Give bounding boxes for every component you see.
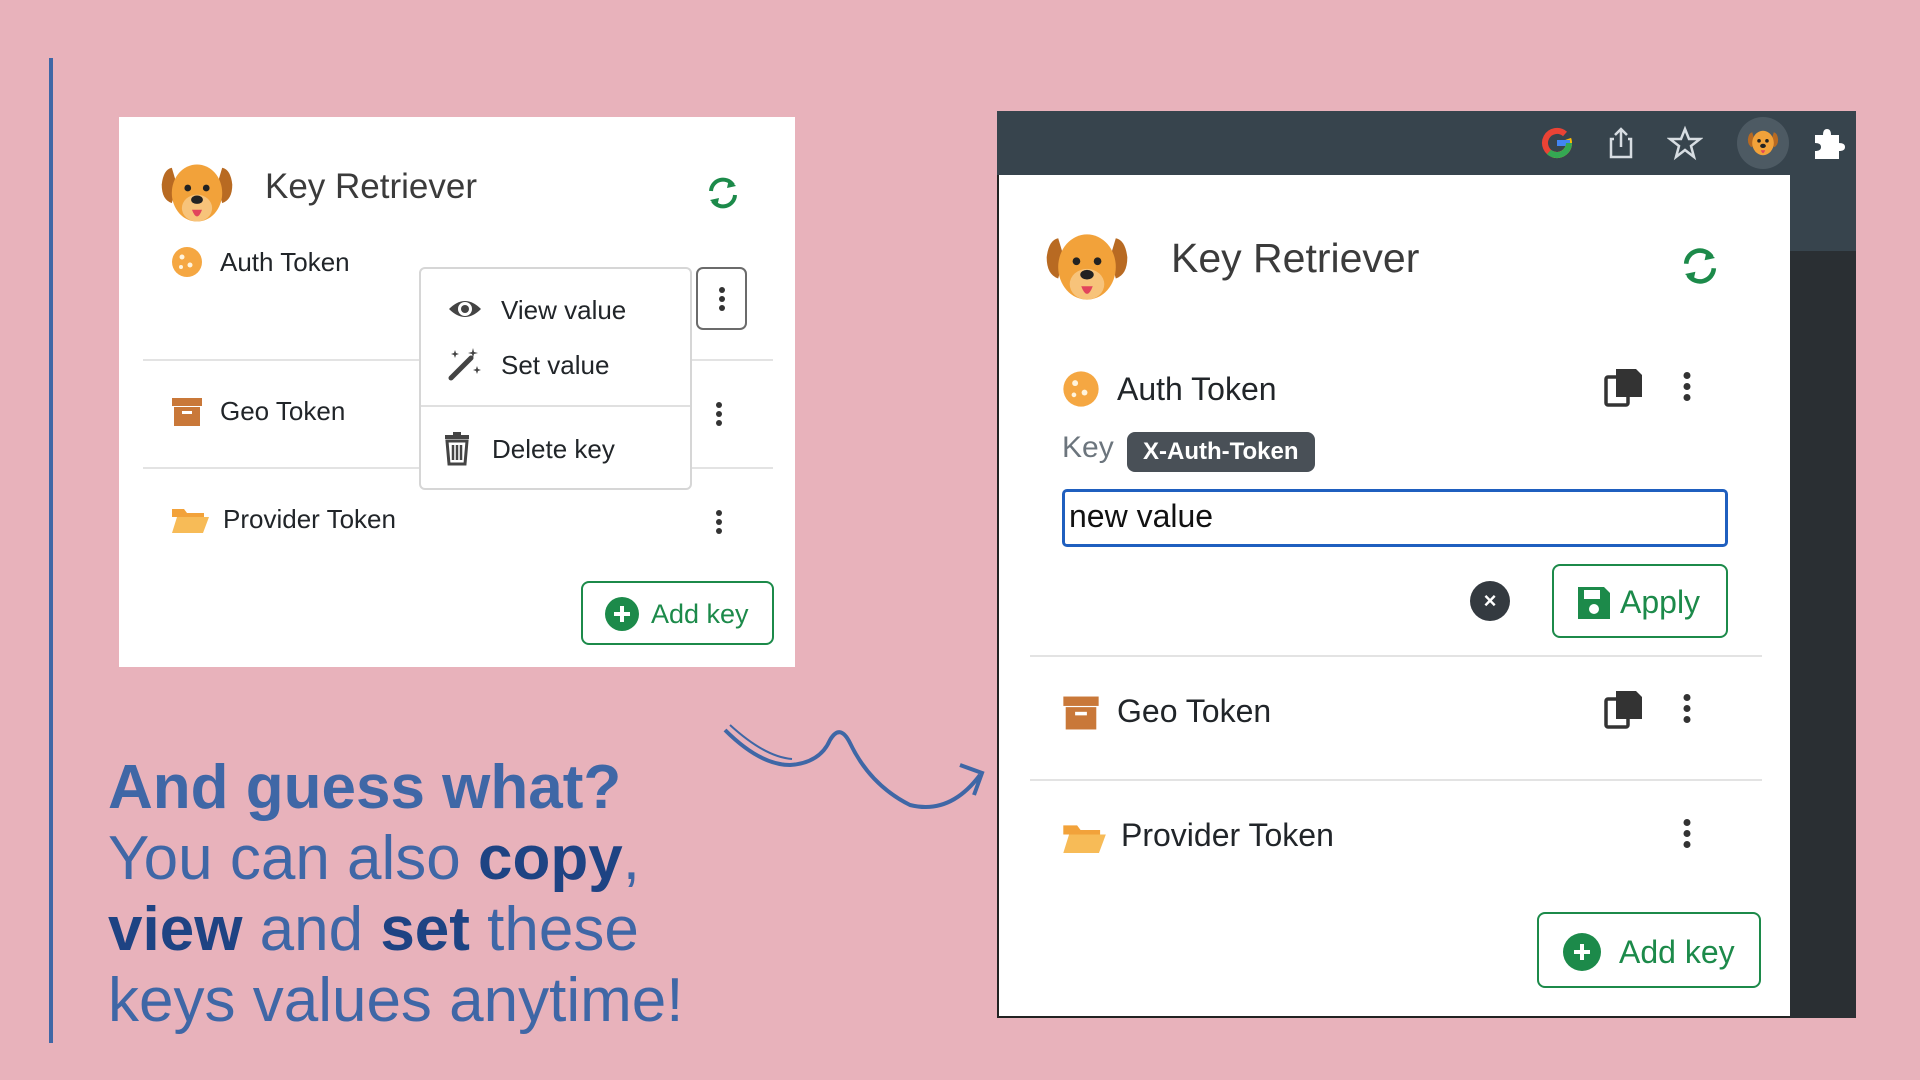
- list-item-label: Provider Token: [223, 504, 396, 534]
- more-options-button[interactable]: [695, 384, 743, 444]
- list-item-label: Geo Token: [220, 396, 346, 426]
- apply-button[interactable]: Apply: [1552, 564, 1728, 638]
- folder-open-icon: [172, 509, 209, 533]
- list-item-label: Geo Token: [1117, 693, 1272, 729]
- add-key-label: Add key: [1619, 934, 1735, 970]
- archive-box-icon: [1063, 696, 1099, 730]
- options-dropdown-menu: View value Set value Delete key: [419, 267, 692, 490]
- more-options-button[interactable]: [1672, 812, 1702, 856]
- google-icon[interactable]: [1539, 125, 1575, 161]
- share-icon[interactable]: [1603, 125, 1639, 161]
- caption-emphasis: view: [108, 895, 243, 964]
- archive-box-icon: [172, 398, 202, 426]
- cancel-button[interactable]: ×: [1470, 581, 1510, 621]
- caption-text: You can also: [108, 824, 479, 893]
- key-label: Key: [1062, 431, 1114, 464]
- copy-icon[interactable]: [1602, 365, 1646, 409]
- divider: [1030, 779, 1762, 781]
- list-item-label: Auth Token: [1117, 371, 1277, 407]
- star-icon[interactable]: [1667, 125, 1703, 161]
- app-title: Key Retriever: [265, 167, 478, 206]
- browser-page-background: [1790, 175, 1856, 1018]
- kebab-menu-icon: [716, 402, 722, 426]
- extension-popup: Key Retriever Auth Token Key X-Auth-Toke…: [997, 175, 1790, 1018]
- browser-toolbar: [997, 111, 1856, 175]
- browser-page-strip: [1790, 175, 1856, 251]
- puzzle-extensions-icon[interactable]: [1809, 125, 1845, 161]
- list-item-label: Auth Token: [220, 247, 350, 277]
- key-name-badge: X-Auth-Token: [1127, 432, 1315, 472]
- menu-item-view-value[interactable]: View value: [421, 287, 690, 331]
- caption-line-4: keys values anytime!: [108, 966, 684, 1035]
- kebab-menu-icon: [1683, 819, 1691, 849]
- caption-text: and: [242, 895, 381, 964]
- dog-extension-button[interactable]: [1737, 117, 1789, 169]
- kebab-menu-icon: [1683, 694, 1691, 724]
- caption-emphasis: set: [380, 895, 470, 964]
- plus-circle-icon: [605, 597, 639, 631]
- left-extension-panel: Key Retriever Auth Token Geo Token Provi…: [119, 117, 795, 667]
- divider: [1030, 655, 1762, 657]
- menu-item-delete-key[interactable]: Delete key: [421, 426, 690, 470]
- apply-label: Apply: [1620, 584, 1701, 620]
- refresh-icon[interactable]: [703, 173, 743, 213]
- add-key-label: Add key: [651, 599, 749, 629]
- kebab-menu-icon: [718, 286, 725, 311]
- more-options-button[interactable]: [695, 492, 743, 552]
- save-icon: [1578, 587, 1610, 619]
- caption-text: these: [469, 895, 639, 964]
- copy-icon[interactable]: [1602, 687, 1646, 731]
- list-item-label: Provider Token: [1121, 817, 1334, 853]
- caption-text: ,: [622, 824, 640, 893]
- menu-item-set-value[interactable]: Set value: [421, 342, 690, 386]
- menu-item-label: Delete key: [492, 434, 615, 464]
- decorative-vertical-line: [49, 58, 53, 1043]
- dog-logo-icon: [1046, 234, 1128, 300]
- menu-item-label: Set value: [501, 350, 610, 380]
- add-key-button[interactable]: Add key: [1537, 912, 1761, 988]
- caption-emphasis: copy: [478, 824, 623, 893]
- kebab-menu-icon: [1683, 372, 1691, 402]
- cookie-icon: [1063, 371, 1099, 407]
- caption-line-2: You can also copy,: [108, 823, 828, 894]
- app-title: Key Retriever: [1171, 235, 1420, 281]
- cookie-icon: [172, 247, 202, 277]
- eye-icon: [449, 301, 481, 317]
- more-options-button-active[interactable]: [696, 267, 747, 330]
- add-key-button[interactable]: Add key: [581, 581, 774, 645]
- more-options-button[interactable]: [1672, 687, 1702, 731]
- value-input[interactable]: new value: [1062, 489, 1728, 547]
- menu-item-label: View value: [501, 295, 627, 325]
- more-options-button[interactable]: [1672, 365, 1702, 409]
- magic-wand-icon: [448, 348, 481, 381]
- menu-divider: [421, 405, 690, 407]
- refresh-icon[interactable]: [1677, 243, 1723, 289]
- dog-extension-icon: [1747, 130, 1779, 156]
- caption-line-3: view and set these: [108, 894, 828, 965]
- curved-arrow-icon: [723, 724, 985, 809]
- trash-icon: [445, 432, 469, 466]
- folder-open-icon: [1063, 825, 1106, 853]
- plus-circle-icon: [1563, 933, 1601, 971]
- kebab-menu-icon: [716, 510, 722, 534]
